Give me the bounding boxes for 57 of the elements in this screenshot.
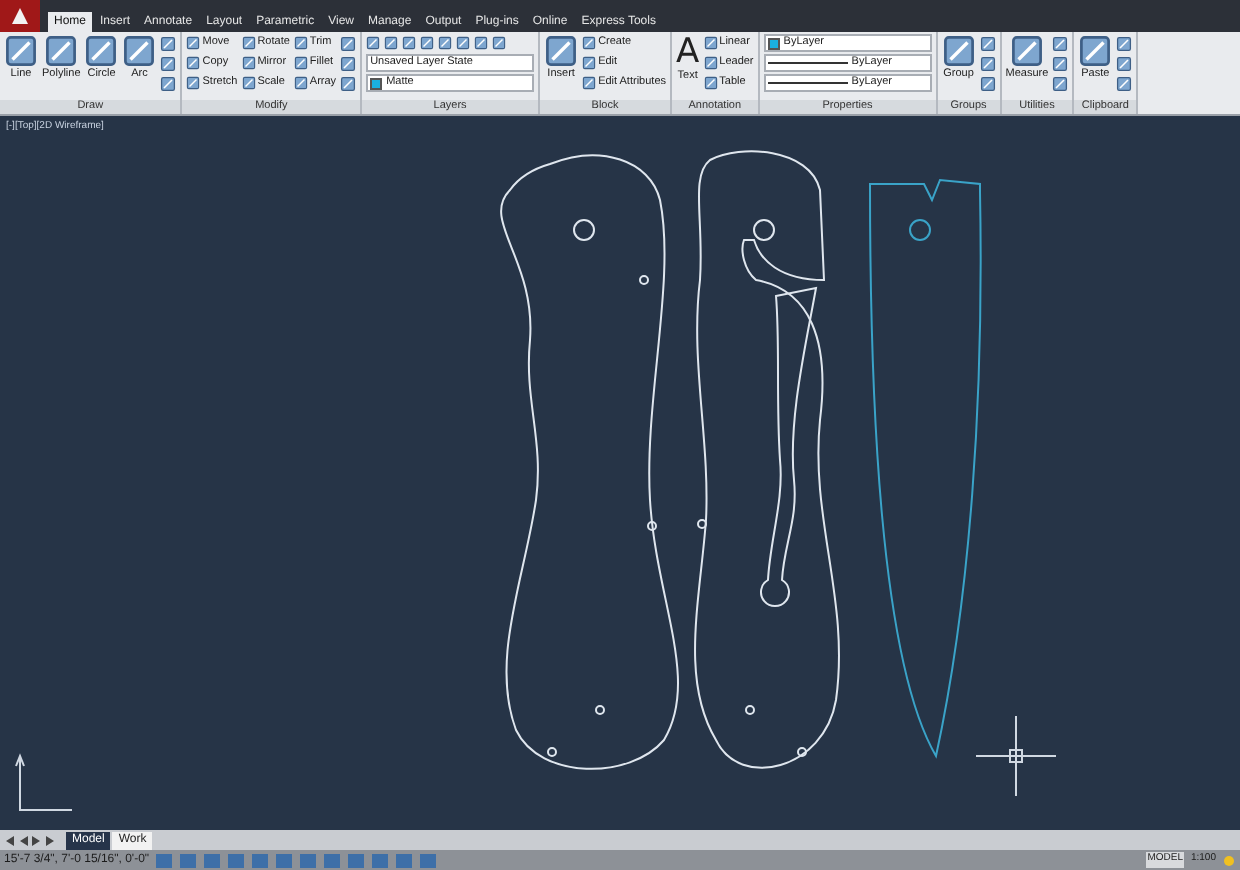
tool-icon — [241, 76, 256, 90]
tool-icon — [241, 36, 256, 50]
tool-icon[interactable] — [340, 35, 357, 51]
letter-glyph-icon: A — [676, 34, 700, 70]
tool-icon — [703, 56, 718, 70]
tool-icon — [703, 76, 718, 90]
layer-tool-icon[interactable] — [366, 36, 381, 50]
layer-tool-icon[interactable] — [456, 36, 471, 50]
layer-tool-icon[interactable] — [438, 36, 453, 50]
tool-icon — [1078, 34, 1113, 68]
tool-icon — [84, 34, 119, 68]
tool-icon — [241, 56, 256, 70]
tool-icon[interactable] — [979, 55, 996, 71]
tool-icon — [293, 76, 308, 90]
tool-icon[interactable] — [979, 35, 996, 51]
tool-icon[interactable] — [160, 55, 177, 71]
layer-tool-icon[interactable] — [402, 36, 417, 50]
tool-icon[interactable] — [979, 75, 996, 91]
tool-icon[interactable] — [160, 35, 177, 51]
ucs-axis-icon — [15, 753, 73, 811]
tool-icon[interactable] — [1052, 55, 1069, 71]
tool-icon — [582, 36, 597, 50]
tool-icon — [941, 34, 976, 68]
hole-circle — [573, 219, 595, 241]
tool-icon — [186, 36, 201, 50]
tool-icon — [44, 34, 79, 68]
crosshair-cursor-icon — [975, 715, 1057, 797]
hole-circle — [909, 219, 931, 241]
tool-icon — [186, 56, 201, 70]
tool-icon[interactable] — [1116, 55, 1133, 71]
tool-icon — [293, 56, 308, 70]
application-menu-button[interactable] — [0, 0, 40, 32]
tool-icon — [293, 36, 308, 50]
tool-icon — [1009, 34, 1044, 68]
tool-icon[interactable] — [340, 75, 357, 91]
tool-icon[interactable] — [160, 75, 177, 91]
tool-icon[interactable] — [1052, 75, 1069, 91]
tool-icon — [544, 34, 579, 68]
tool-icon — [582, 56, 597, 70]
tool-icon[interactable] — [340, 55, 357, 71]
layer-tool-icon[interactable] — [474, 36, 489, 50]
tool-icon — [122, 34, 157, 68]
tool-icon — [703, 36, 718, 50]
layer-tool-icon[interactable] — [384, 36, 399, 50]
tool-icon[interactable] — [1116, 75, 1133, 91]
tool-icon[interactable] — [1116, 35, 1133, 51]
tool-icon — [4, 34, 38, 68]
linetype-sample — [767, 82, 848, 84]
linetype-sample — [767, 62, 848, 64]
triangle-logo-icon — [10, 6, 30, 26]
layer-tool-icon[interactable] — [492, 36, 507, 50]
tab-navigation-arrows-icon[interactable] — [4, 833, 56, 847]
hole-circle — [753, 219, 775, 241]
tool-icon — [582, 76, 597, 90]
layer-tool-icon[interactable] — [420, 36, 435, 50]
tool-icon — [186, 76, 201, 90]
tool-icon[interactable] — [1052, 35, 1069, 51]
